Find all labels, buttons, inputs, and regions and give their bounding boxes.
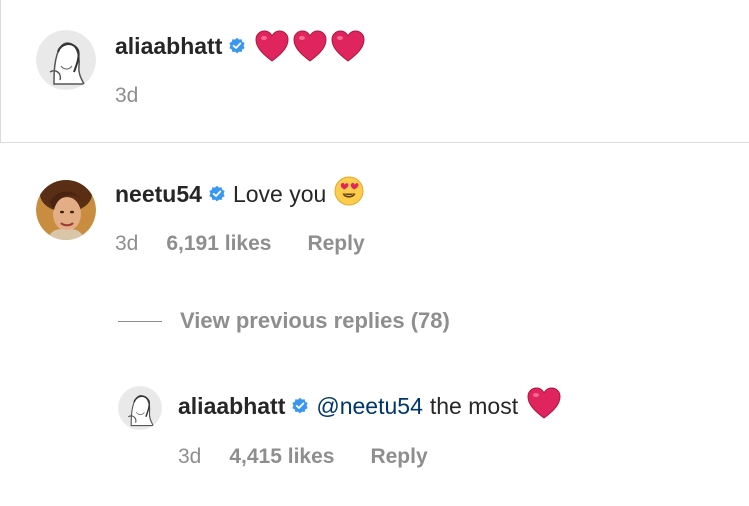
replies-dash bbox=[118, 320, 162, 322]
hearts-emoji-group bbox=[254, 29, 366, 63]
caption-meta: 3d bbox=[115, 84, 138, 108]
red-heart-icon bbox=[255, 30, 289, 62]
reply-meta: 3d 4,415 likes Reply bbox=[178, 445, 428, 469]
avatar-aliaabhatt[interactable] bbox=[118, 386, 162, 430]
username-link[interactable]: aliaabhatt bbox=[178, 393, 285, 420]
reply-button[interactable]: Reply bbox=[307, 232, 364, 256]
comment-line: neetu54 Love you bbox=[115, 176, 364, 212]
caption-line: aliaabhatt bbox=[115, 30, 366, 62]
verified-badge-icon bbox=[291, 397, 309, 415]
likes-count[interactable]: 4,415 likes bbox=[229, 445, 334, 469]
comment-text: Love you bbox=[232, 180, 327, 207]
reply-button[interactable]: Reply bbox=[370, 445, 427, 469]
divider bbox=[0, 142, 749, 143]
comment-meta: 3d 6,191 likes Reply bbox=[115, 232, 365, 256]
username-link[interactable]: aliaabhatt bbox=[115, 33, 222, 60]
mention-link[interactable]: @neetu54 bbox=[316, 393, 423, 420]
timestamp: 3d bbox=[115, 232, 139, 255]
caption-section bbox=[0, 0, 749, 142]
avatar-neetu54[interactable] bbox=[36, 180, 96, 240]
timestamp: 3d bbox=[115, 84, 139, 107]
reply-line: aliaabhatt @neetu54 the most bbox=[178, 386, 562, 426]
username-link[interactable]: neetu54 bbox=[115, 181, 202, 208]
likes-count[interactable]: 6,191 likes bbox=[166, 232, 271, 256]
red-heart-icon bbox=[293, 30, 327, 62]
red-heart-icon bbox=[526, 386, 562, 426]
avatar-aliaabhatt[interactable] bbox=[36, 30, 96, 90]
view-previous-replies-button[interactable]: View previous replies (78) bbox=[118, 308, 450, 334]
red-heart-icon bbox=[331, 30, 365, 62]
heart-eyes-emoji-icon bbox=[334, 176, 364, 212]
verified-badge-icon bbox=[228, 37, 246, 55]
reply-text: the most bbox=[429, 392, 519, 419]
timestamp: 3d bbox=[178, 445, 202, 468]
verified-badge-icon bbox=[208, 185, 226, 203]
view-replies-label: View previous replies (78) bbox=[180, 308, 450, 333]
